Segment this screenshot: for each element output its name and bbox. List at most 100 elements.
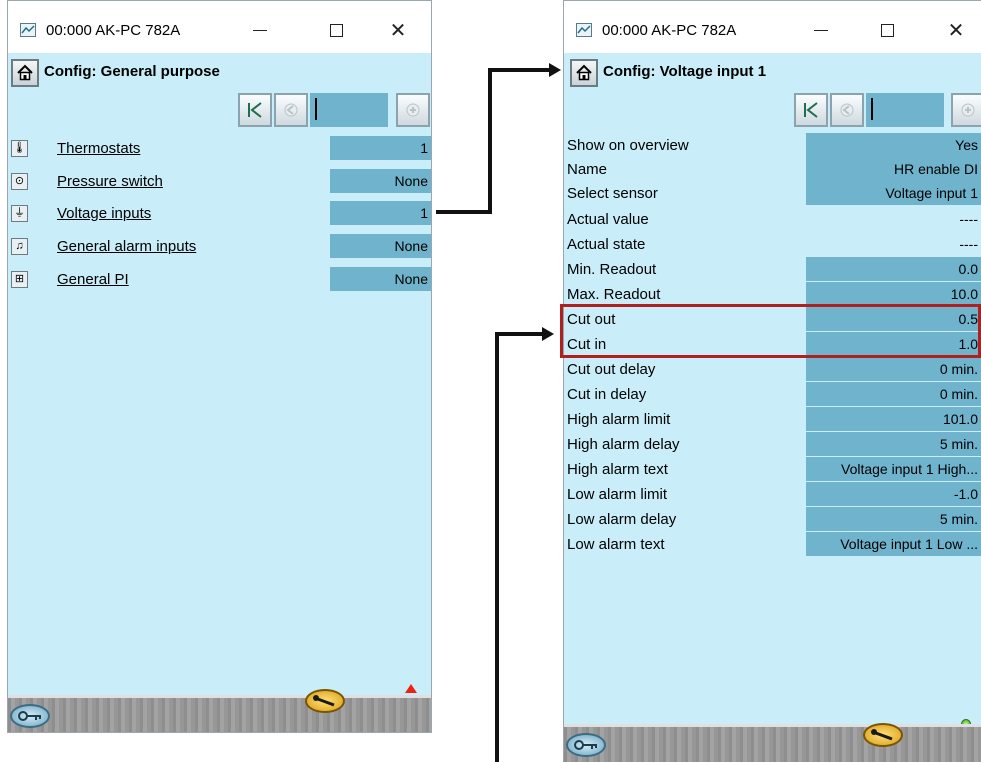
home-button[interactable] xyxy=(570,59,598,87)
user-logon-button[interactable] xyxy=(10,704,50,728)
app-icon xyxy=(20,23,36,37)
config-window-voltage-input: 00:000 AK-PC 782A ✕ Config: Voltage inpu… xyxy=(563,0,981,762)
param-label: Low alarm text xyxy=(567,535,665,553)
menu-item-thermostats[interactable]: 🌡 Thermostats 1 xyxy=(8,136,431,160)
menu-item-general-pi[interactable]: ⊞ General PI None xyxy=(8,267,431,291)
navigation-bar xyxy=(238,93,431,127)
config-window-general-purpose: 00:000 AK-PC 782A ✕ Config: General purp… xyxy=(7,0,432,733)
param-value[interactable]: Yes xyxy=(806,133,981,157)
next-page-button[interactable] xyxy=(951,93,981,127)
param-value[interactable]: 0 min. xyxy=(806,357,981,381)
param-value[interactable]: 5 min. xyxy=(806,432,981,456)
window-title: 00:000 AK-PC 782A xyxy=(602,22,737,39)
param-value[interactable]: 10.0 xyxy=(806,282,981,306)
menu-item-value[interactable]: 1 xyxy=(330,136,431,160)
param-value[interactable]: Voltage input 1 xyxy=(806,181,981,205)
next-arrow-icon xyxy=(961,103,975,117)
first-arrow-icon xyxy=(248,102,262,118)
menu-item-label: Thermostats xyxy=(57,139,141,157)
navigation-bar xyxy=(794,93,981,127)
param-label: Name xyxy=(567,160,608,178)
param-value[interactable]: 0 min. xyxy=(806,382,981,406)
user-logon-button[interactable] xyxy=(566,733,606,757)
param-value[interactable]: HR enable DI xyxy=(806,157,981,181)
minimize-button[interactable] xyxy=(238,15,282,45)
first-page-button[interactable] xyxy=(238,93,272,127)
alarm-bell-icon[interactable] xyxy=(405,684,417,693)
param-label: Select sensor xyxy=(567,184,658,202)
param-high-alarm-delay[interactable]: High alarm delay 5 min. xyxy=(564,432,981,456)
first-page-button[interactable] xyxy=(794,93,828,127)
param-value[interactable]: 101.0 xyxy=(806,407,981,431)
param-show-on-overview[interactable]: Show on overview Yes xyxy=(564,133,981,157)
param-label: High alarm delay xyxy=(567,435,680,453)
minimize-button[interactable] xyxy=(799,15,843,45)
previous-page-button[interactable] xyxy=(830,93,864,127)
pi-controller-icon: ⊞ xyxy=(11,270,28,288)
menu-item-voltage-inputs[interactable]: ⏚ Voltage inputs 1 xyxy=(8,201,431,225)
text-cursor xyxy=(871,98,873,120)
title-bar[interactable]: 00:000 AK-PC 782A ✕ xyxy=(564,1,981,53)
param-actual-state: Actual state ---- xyxy=(564,232,981,256)
service-tool-button[interactable] xyxy=(863,723,903,747)
menu-item-value[interactable]: None xyxy=(330,267,431,291)
param-name[interactable]: Name HR enable DI xyxy=(564,157,981,181)
title-bar[interactable]: 00:000 AK-PC 782A ✕ xyxy=(8,1,431,53)
previous-arrow-icon xyxy=(284,103,298,117)
menu-item-value[interactable]: None xyxy=(330,234,431,258)
param-value[interactable]: -1.0 xyxy=(806,482,981,506)
page-field[interactable] xyxy=(866,93,944,127)
param-select-sensor[interactable]: Select sensor Voltage input 1 xyxy=(564,181,981,205)
menu-item-value[interactable]: 1 xyxy=(330,201,431,225)
bottom-toolbar xyxy=(564,723,981,762)
first-arrow-icon xyxy=(804,102,818,118)
param-value[interactable]: 5 min. xyxy=(806,507,981,531)
param-high-alarm-text[interactable]: High alarm text Voltage input 1 High... xyxy=(564,457,981,481)
window-title: 00:000 AK-PC 782A xyxy=(46,22,181,39)
param-low-alarm-text[interactable]: Low alarm text Voltage input 1 Low ... xyxy=(564,532,981,556)
connector-line xyxy=(495,332,543,336)
arrow-head xyxy=(542,327,554,341)
menu-item-general-alarm-inputs[interactable]: ♫ General alarm inputs None xyxy=(8,234,431,258)
key-icon xyxy=(18,711,41,721)
page-field[interactable] xyxy=(310,93,388,127)
config-header: Config: General purpose xyxy=(8,57,431,93)
param-label: Cut in delay xyxy=(567,385,647,403)
thermostat-icon: 🌡 xyxy=(11,139,28,157)
menu-item-pressure-switch[interactable]: ⊙ Pressure switch None xyxy=(8,169,431,193)
service-tool-button[interactable] xyxy=(305,689,345,713)
voltage-input-icon: ⏚ xyxy=(11,204,28,222)
next-arrow-icon xyxy=(406,103,420,117)
next-page-button[interactable] xyxy=(396,93,430,127)
previous-arrow-icon xyxy=(840,103,854,117)
param-max-readout[interactable]: Max. Readout 10.0 xyxy=(564,282,981,306)
previous-page-button[interactable] xyxy=(274,93,308,127)
wrench-icon xyxy=(313,695,335,707)
home-icon xyxy=(576,64,592,81)
param-low-alarm-limit[interactable]: Low alarm limit -1.0 xyxy=(564,482,981,506)
menu-item-value[interactable]: None xyxy=(330,169,431,193)
arrow-head xyxy=(549,63,561,77)
close-button[interactable]: ✕ xyxy=(376,15,420,45)
close-button[interactable]: ✕ xyxy=(934,15,978,45)
param-cut-in-delay[interactable]: Cut in delay 0 min. xyxy=(564,382,981,406)
param-cut-out-delay[interactable]: Cut out delay 0 min. xyxy=(564,357,981,381)
highlight-box-cut-out-cut-in xyxy=(560,304,981,358)
wrench-icon xyxy=(871,729,893,741)
param-high-alarm-limit[interactable]: High alarm limit 101.0 xyxy=(564,407,981,431)
text-cursor xyxy=(315,98,317,120)
param-min-readout[interactable]: Min. Readout 0.0 xyxy=(564,257,981,281)
param-low-alarm-delay[interactable]: Low alarm delay 5 min. xyxy=(564,507,981,531)
param-label: Show on overview xyxy=(567,136,689,154)
param-value[interactable]: 0.0 xyxy=(806,257,981,281)
maximize-button[interactable] xyxy=(865,15,909,45)
param-label: Low alarm delay xyxy=(567,510,677,528)
config-header: Config: Voltage input 1 xyxy=(564,57,981,93)
alarm-input-icon: ♫ xyxy=(11,237,28,255)
param-value[interactable]: Voltage input 1 Low ... xyxy=(806,532,981,556)
home-icon xyxy=(17,64,33,81)
home-button[interactable] xyxy=(11,59,39,87)
param-value[interactable]: Voltage input 1 High... xyxy=(806,457,981,481)
maximize-button[interactable] xyxy=(314,15,358,45)
param-label: Min. Readout xyxy=(567,260,657,278)
